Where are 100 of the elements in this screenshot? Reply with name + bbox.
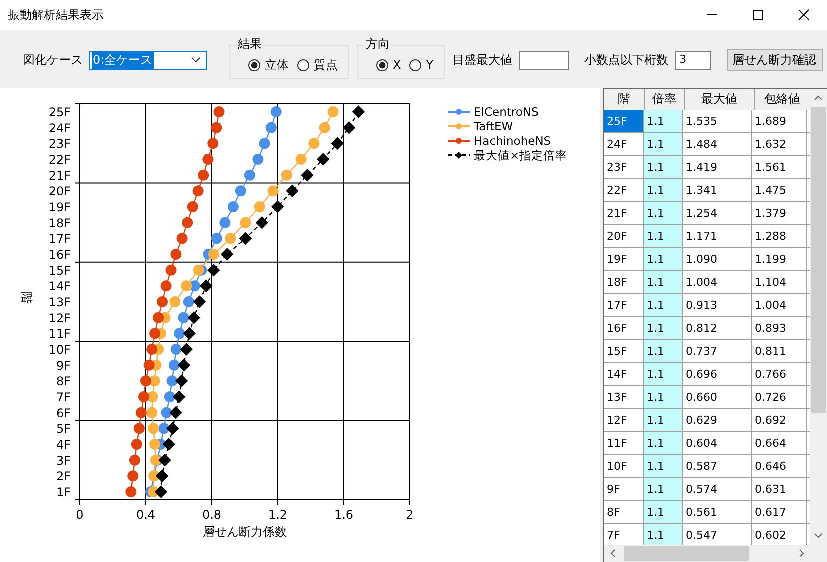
table-cell: 1.004: [683, 271, 752, 293]
decimals-field[interactable]: 3: [674, 50, 711, 70]
table-cell: 1.1: [644, 225, 683, 247]
floor-label: 2F: [56, 470, 71, 484]
legend-marker-icon: [448, 152, 470, 160]
table-cell: 1.254: [683, 202, 752, 224]
table-cell: 1.1: [644, 271, 683, 293]
table-cell: 1.535: [683, 110, 752, 132]
floor-label: 15F: [48, 264, 71, 278]
data-point: [160, 280, 172, 292]
legend-marker-icon: [448, 109, 470, 115]
data-point: [328, 106, 339, 118]
floor-label: 8F: [56, 374, 71, 389]
data-point: [131, 439, 142, 450]
data-point: [266, 122, 277, 134]
table-cell: 0.646: [752, 455, 807, 477]
data-point: [150, 328, 161, 340]
data-point: [166, 376, 178, 387]
floor-label: 24F: [48, 121, 71, 136]
floor-label: 18F: [48, 216, 71, 230]
data-point: [181, 280, 192, 292]
scroll-left-icon[interactable]: [610, 549, 616, 558]
data-point: [176, 233, 188, 244]
tick-label: 1.6: [334, 508, 354, 522]
radio-option[interactable]: 立体: [248, 56, 289, 74]
scroll-up-icon[interactable]: [814, 95, 823, 101]
table-cell: 0.766: [752, 363, 807, 385]
scroll-down-icon[interactable]: [814, 533, 823, 539]
data-point: [134, 423, 145, 434]
table-cell: 1.104: [752, 271, 807, 293]
scale-max-field[interactable]: [518, 50, 569, 70]
data-point: [211, 122, 222, 134]
data-point: [183, 296, 194, 308]
table-cell: 0.737: [683, 340, 752, 362]
table-cell: 1.171: [683, 225, 752, 247]
chevron-down-icon: [191, 57, 201, 63]
table-cell: 0.631: [752, 478, 807, 500]
table-cell: 0.617: [752, 501, 807, 523]
data-point: [172, 390, 186, 404]
floor-label: 19F: [48, 200, 71, 214]
table-cell: 1.1: [644, 248, 683, 270]
data-point: [308, 138, 320, 150]
table-cell: 1.1: [644, 455, 683, 477]
data-point: [178, 312, 190, 324]
floor-label: 25F: [48, 106, 71, 120]
data-point: [175, 374, 188, 388]
data-point: [178, 358, 190, 372]
floor-label: 5F: [56, 422, 71, 436]
floor-label: 13F: [48, 296, 71, 310]
y-axis-title: 階: [20, 292, 34, 304]
case-dropdown[interactable]: 0:全ケース: [89, 50, 207, 70]
floor-label: 20F: [48, 184, 71, 199]
horizontal-scrollbar[interactable]: [604, 545, 827, 562]
table-cell: 1.1: [644, 294, 683, 316]
radio-option[interactable]: Y: [409, 58, 434, 72]
radio-option[interactable]: 質点: [297, 56, 338, 74]
column-header[interactable]: 最大値: [685, 89, 755, 110]
table-cell: 0.811: [752, 340, 807, 362]
floor-label: 1F: [56, 486, 71, 500]
maximize-icon[interactable]: [752, 9, 764, 21]
close-icon[interactable]: [798, 9, 810, 21]
data-point: [150, 439, 161, 450]
data-point: [158, 423, 170, 434]
confirm-button[interactable]: 層せん断力確認: [726, 49, 823, 71]
data-point: [187, 202, 198, 212]
data-point: [235, 186, 246, 197]
data-point: [164, 392, 176, 402]
data-point: [244, 170, 256, 181]
floor-label: 16F: [48, 248, 71, 262]
table-cell: 1.1: [644, 501, 683, 523]
data-point: [162, 438, 176, 451]
floor-label: 14F: [48, 280, 71, 294]
data-point: [211, 233, 222, 244]
radio-option[interactable]: X: [376, 58, 402, 72]
legend-label: 最大値×指定倍率: [474, 148, 568, 162]
data-point: [270, 106, 282, 118]
table-cell: 1.379: [752, 202, 807, 224]
data-point: [188, 311, 201, 324]
floor-label: 22F: [48, 153, 71, 167]
table-cell: 0.726: [752, 386, 807, 408]
floor-label: 23F: [48, 137, 71, 152]
table-cell: 1.1: [644, 478, 683, 500]
table-cell: 1.1: [644, 409, 683, 431]
table-cell: 0.561: [683, 501, 752, 523]
data-point: [156, 470, 169, 483]
data-point: [214, 106, 225, 118]
legend-label: HachinoheNS: [474, 134, 552, 148]
table-cell: 1.1: [644, 156, 683, 178]
vertical-scrollbar[interactable]: [810, 89, 827, 545]
data-point: [146, 344, 158, 355]
table-cell: 1.199: [752, 248, 807, 270]
data-point: [220, 217, 231, 228]
floor-label: 4F: [56, 438, 71, 452]
data-point: [170, 344, 182, 355]
tick-label: 0: [76, 508, 84, 522]
table-cell: 1.1: [644, 386, 683, 408]
floor-label: 6F: [56, 406, 71, 420]
scroll-right-icon[interactable]: [799, 549, 805, 558]
data-point: [170, 249, 182, 260]
table-cell: 1.1: [644, 110, 683, 132]
